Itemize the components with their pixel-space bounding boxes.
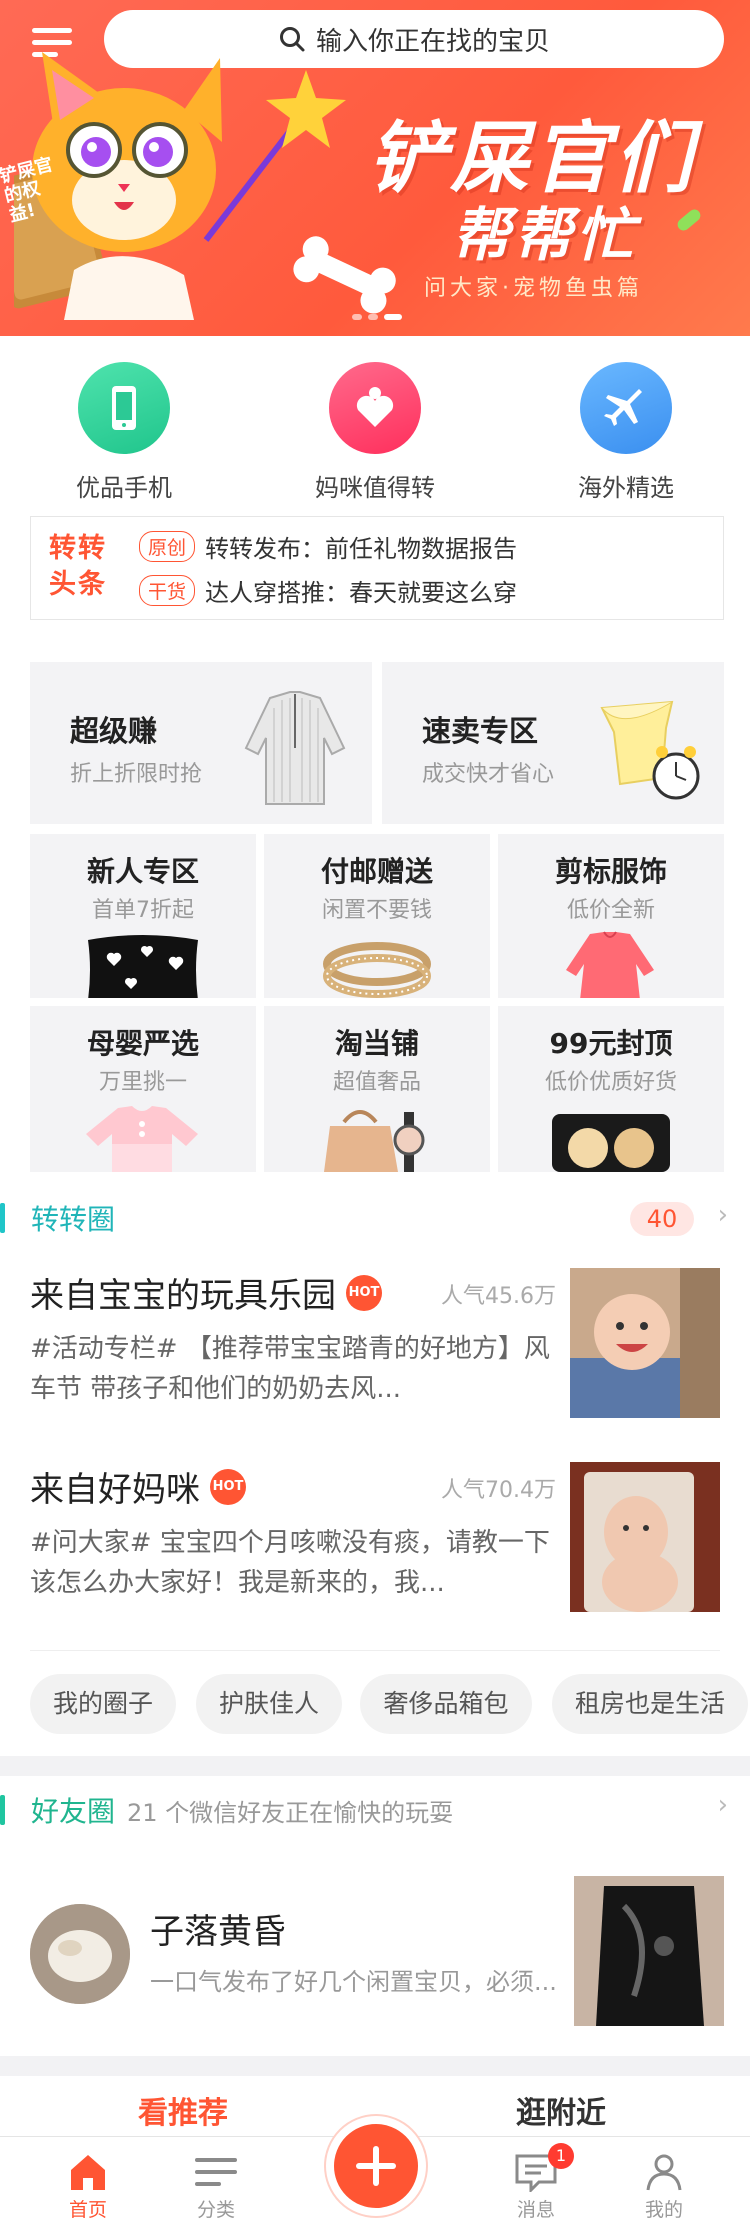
promo-tag-cut-clothes[interactable]: 剪标服饰 低价全新 — [498, 834, 724, 998]
bone-icon — [293, 236, 396, 314]
circle-post[interactable]: 来自宝宝的玩具乐园 HOT 人气45.6万 #活动专栏# 【推荐带宝宝踏青的好地方… — [30, 1268, 720, 1420]
tab-recommend[interactable]: 看推荐 — [138, 2088, 228, 2132]
pink-dress-image — [566, 931, 654, 998]
publish-button[interactable] — [326, 2116, 426, 2216]
promo-super-earn[interactable]: 超级赚 折上折限时抢 — [30, 662, 372, 824]
circle-count-badge: 40 — [630, 1202, 694, 1236]
promo-fast-sale[interactable]: 速卖专区 成交快才省心 — [382, 662, 724, 824]
post-desc: #问大家# 宝宝四个月咳嗽没有痰，请教一下该怎么办大家好！我是新来的，我... — [30, 1528, 550, 1598]
friends-header[interactable]: 好友圈 21 个微信好友正在愉快的玩耍 — [0, 1790, 453, 1830]
chip-luxury-bags[interactable]: 奢侈品箱包 — [360, 1674, 532, 1734]
promo-grid: 超级赚 折上折限时抢 速卖专区 成交快才省心 新人专区 首单7折起 付邮赠送 闲… — [0, 662, 750, 1172]
post-popularity: 人气70.4万 — [441, 1478, 556, 1503]
chip-skincare[interactable]: 护肤佳人 — [196, 1674, 342, 1734]
wand-star-icon — [203, 70, 346, 242]
news-text: 转转发布：前任礼物数据报告 — [205, 535, 518, 563]
list-icon — [156, 2149, 276, 2195]
divider — [30, 1650, 720, 1651]
home-icon — [28, 2149, 148, 2195]
tab-messages[interactable]: 消息 — [476, 2149, 596, 2222]
circle-header[interactable]: 转转圈 — [0, 1198, 115, 1238]
mom-heart-icon — [329, 362, 421, 454]
circle-post[interactable]: 来自好妈咪 HOT 人气70.4万 #问大家# 宝宝四个月咳嗽没有痰，请教一下该怎… — [30, 1462, 720, 1614]
search-icon — [279, 27, 305, 52]
hot-badge: HOT — [210, 1468, 246, 1505]
promo-pawnshop[interactable]: 淘当铺 超值奢品 — [264, 1006, 490, 1172]
phone-icon — [78, 362, 170, 454]
friend-name: 子落黄昏 — [150, 1912, 286, 1952]
bracelet-image — [323, 942, 431, 998]
quick-nav-label: 海外精选 — [578, 474, 674, 502]
tab-me[interactable]: 我的 — [604, 2149, 724, 2222]
news-tag: 干货 — [139, 575, 196, 606]
friend-item-thumbnail[interactable] — [574, 1876, 724, 2026]
friends-section: 好友圈 21 个微信好友正在愉快的玩耍 › 子落黄昏 一口气发布了好几个闲置宝贝… — [0, 1776, 750, 2056]
post-popularity: 人气45.6万 — [441, 1284, 556, 1309]
tab-nearby[interactable]: 逛附近 — [516, 2088, 606, 2132]
quick-nav-item-mom[interactable]: 妈咪值得转 — [275, 362, 475, 503]
promo-mother-baby[interactable]: 母婴严选 万里挑一 — [30, 1006, 256, 1172]
blouse-clock-image — [600, 700, 700, 800]
chevron-right-icon[interactable]: › — [718, 1790, 728, 1820]
messages-badge: 1 — [548, 2143, 574, 2169]
user-icon — [604, 2149, 724, 2195]
promo-free-gift[interactable]: 付邮赠送 闲置不要钱 — [264, 834, 490, 998]
news-tag: 原创 — [139, 531, 196, 562]
hot-badge: HOT — [346, 1274, 382, 1311]
post-thumbnail[interactable] — [570, 1462, 720, 1612]
pillow-image — [88, 935, 198, 998]
quick-nav-label: 优品手机 — [76, 474, 172, 502]
search-placeholder: 输入你正在找的宝贝 — [315, 26, 550, 57]
carousel-dots[interactable] — [352, 314, 402, 320]
tab-home[interactable]: 首页 — [28, 2149, 148, 2222]
tab-category[interactable]: 分类 — [156, 2149, 276, 2222]
banner-caption: 问大家·宠物鱼虫篇 — [424, 276, 643, 301]
news-logo: 转转 头条 — [49, 533, 107, 600]
hero-banner[interactable]: 输入你正在找的宝贝 铲屎官的权益! 铲屎官们 帮帮忙 问大家·宠物鱼虫篇 — [0, 0, 750, 336]
friend-activity: 一口气发布了好几个闲置宝贝，必须... — [150, 1968, 557, 1996]
chip-my-circles[interactable]: 我的圈子 — [30, 1674, 176, 1734]
shirt-image — [244, 691, 346, 805]
promo-99-cap[interactable]: 99元封顶 低价优质好货 — [498, 1006, 724, 1172]
chip-renting[interactable]: 租房也是生活 — [552, 1674, 748, 1734]
circle-section: 转转圈 40 › 来自宝宝的玩具乐园 HOT 人气45.6万 #活动专栏# 【推荐… — [0, 1172, 750, 1756]
avatar[interactable] — [30, 1904, 130, 2004]
message-icon — [476, 2149, 596, 2195]
quick-nav-item-overseas[interactable]: 海外精选 — [526, 362, 726, 503]
banner-subtitle: 帮帮忙 — [452, 201, 639, 269]
quick-nav: 优品手机 妈咪值得转 海外精选 转转 头条 原创 转转发布：前任礼物数据报告 干… — [0, 336, 750, 662]
post-title: 来自宝宝的玩具乐园 — [30, 1276, 336, 1316]
handbag-watch-image — [324, 1110, 425, 1172]
post-thumbnail[interactable] — [570, 1268, 720, 1418]
promo-newbie[interactable]: 新人专区 首单7折起 — [30, 834, 256, 998]
plus-icon — [356, 2146, 396, 2186]
news-ticker[interactable]: 转转 头条 原创 转转发布：前任礼物数据报告 干货 达人穿搭推：春天就要这么穿 — [30, 516, 724, 620]
compact-palette-image — [552, 1114, 670, 1172]
post-title: 来自好妈咪 — [30, 1470, 200, 1510]
news-text: 达人穿搭推：春天就要这么穿 — [205, 579, 518, 607]
chevron-right-icon[interactable]: › — [718, 1200, 728, 1230]
baby-clothes-image — [86, 1106, 198, 1172]
circle-title: 转转圈 — [31, 1203, 116, 1236]
airplane-icon — [580, 362, 672, 454]
news-item[interactable]: 原创 转转发布：前任礼物数据报告 — [139, 529, 517, 564]
friends-title: 好友圈 — [31, 1795, 116, 1828]
leaf-decoration — [675, 207, 703, 233]
post-desc: #活动专栏# 【推荐带宝宝踏青的好地方】风车节 带孩子和他们的奶奶去风... — [30, 1334, 550, 1404]
friends-subtitle: 21 个微信好友正在愉快的玩耍 — [127, 1798, 454, 1827]
quick-nav-item-phones[interactable]: 优品手机 — [24, 362, 224, 503]
news-item[interactable]: 干货 达人穿搭推：春天就要这么穿 — [139, 573, 517, 608]
quick-nav-label: 妈咪值得转 — [315, 474, 435, 502]
